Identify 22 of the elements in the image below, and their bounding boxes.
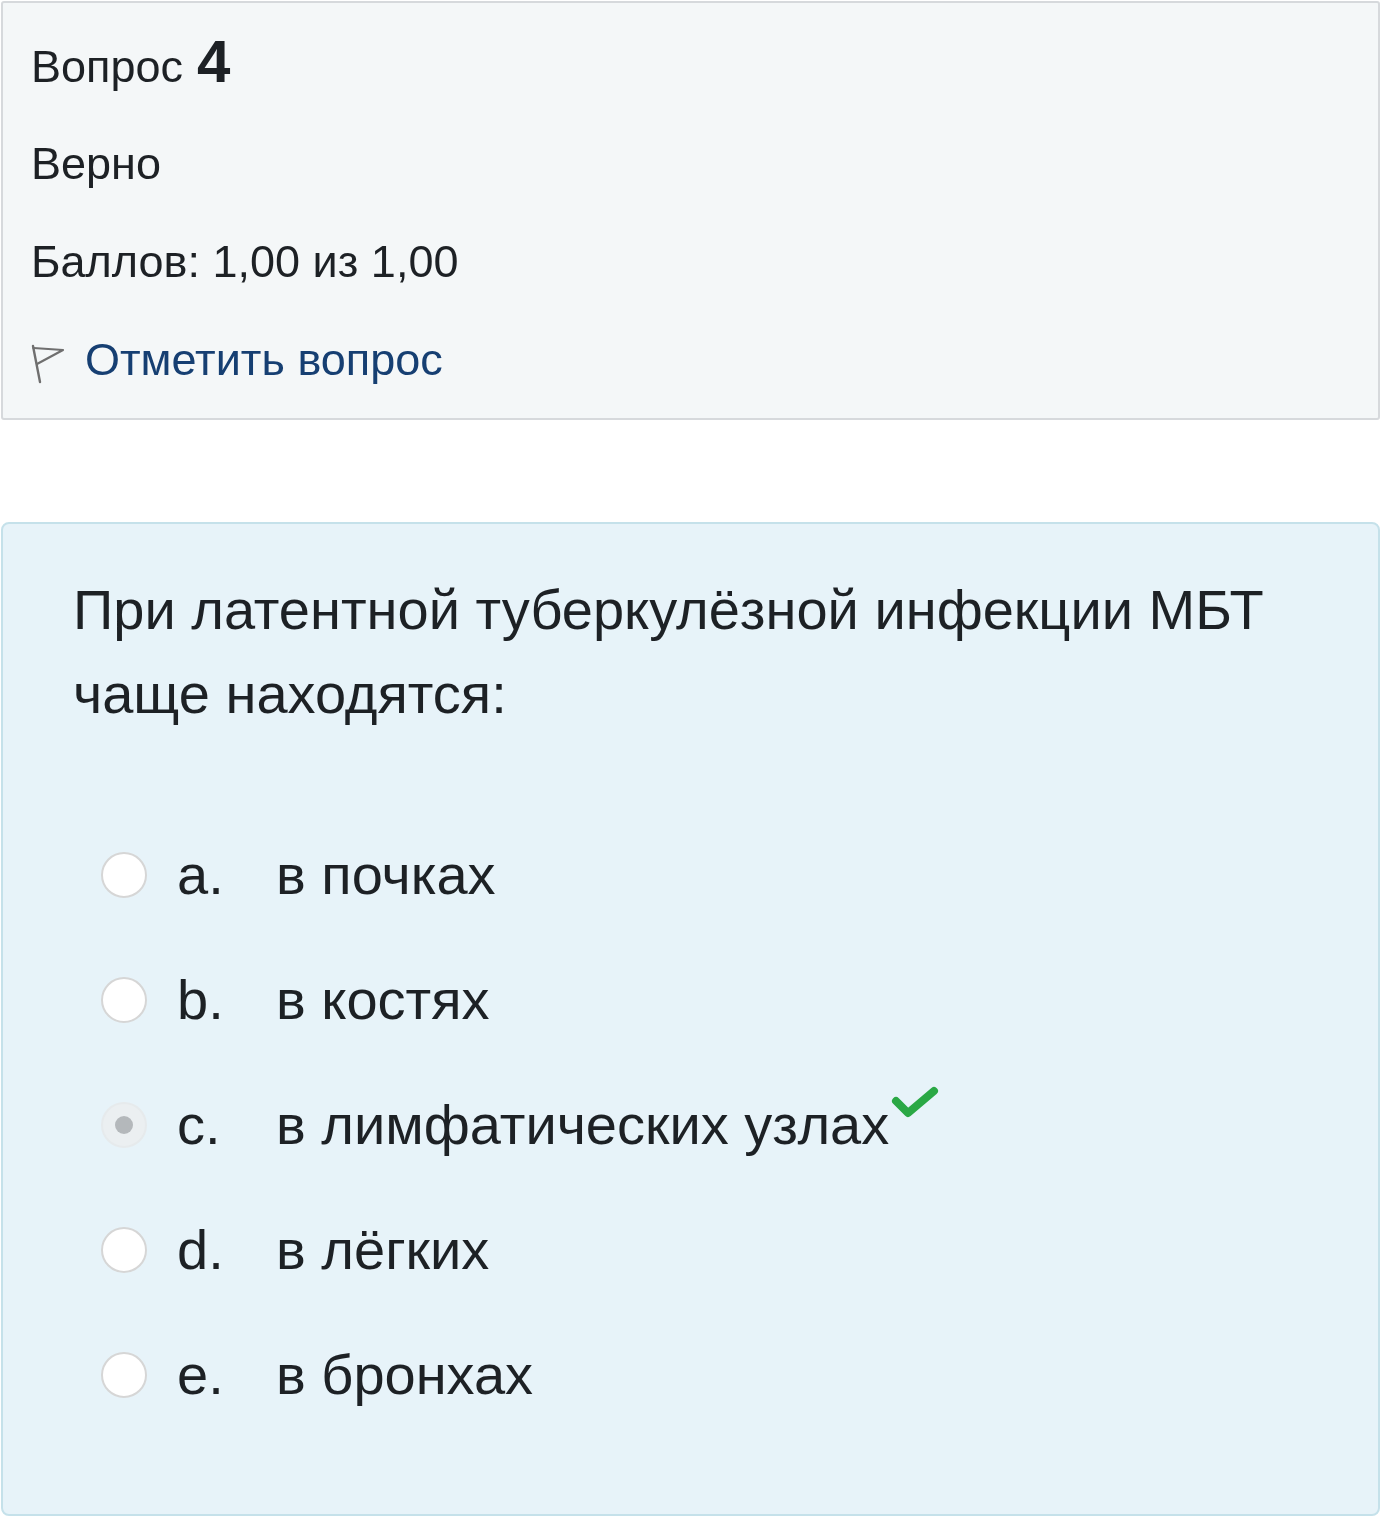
option-text: в лимфатических узлах: [276, 1091, 890, 1158]
option-text: в лёгких: [276, 1216, 490, 1283]
option-letter: a.: [177, 841, 225, 908]
option-letter: b.: [177, 966, 225, 1033]
question-state: Верно: [31, 137, 161, 191]
radio-button[interactable]: [101, 976, 147, 1023]
radio-button[interactable]: [101, 851, 147, 898]
flag-icon[interactable]: [31, 344, 65, 384]
radio-button[interactable]: [101, 1101, 147, 1148]
question-label: Вопрос: [31, 40, 183, 94]
question-text: При латентной туберкулёзной инфекции МБТ чаще находятся:: [73, 577, 1265, 727]
option-letter: c.: [177, 1091, 222, 1158]
radio-button[interactable]: [101, 1226, 147, 1273]
radio-button[interactable]: [101, 1351, 147, 1398]
option-text: в почках: [276, 841, 496, 908]
option-text: в костях: [276, 966, 490, 1033]
option-letter: e.: [177, 1341, 225, 1408]
flag-question-link[interactable]: Отметить вопрос: [85, 333, 443, 387]
option-text: в бронхах: [276, 1341, 534, 1408]
question-number: 4: [196, 29, 231, 95]
question-grade: Баллов: 1,00 из 1,00: [31, 235, 459, 289]
option-letter: d.: [177, 1216, 225, 1283]
